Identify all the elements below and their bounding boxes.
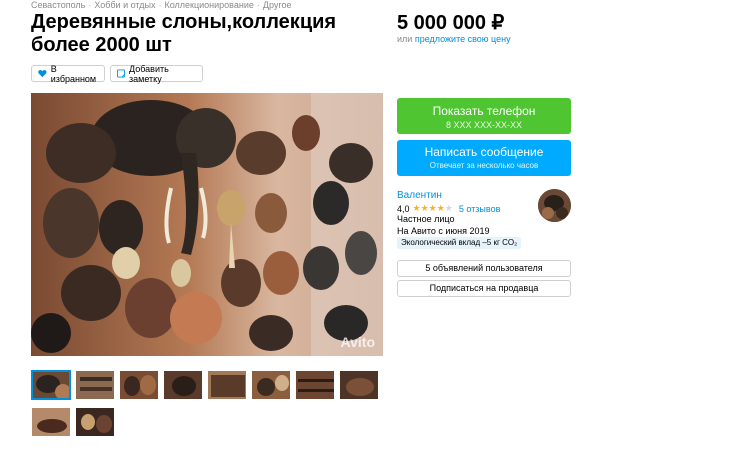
listing-price: 5 000 000 ₽	[397, 12, 505, 34]
thumbnail-image	[252, 371, 290, 399]
avatar-image	[538, 189, 571, 222]
thumbnail[interactable]	[119, 370, 159, 400]
main-photo[interactable]: Avito	[31, 93, 383, 356]
thumbnail[interactable]	[207, 370, 247, 400]
breadcrumb-item-hobby[interactable]: Хобби и отдых	[94, 0, 155, 10]
elephant-collection-photo	[31, 93, 383, 356]
listing-title: Деревянные слоны,коллекция более 2000 шт	[31, 11, 337, 56]
breadcrumb-separator: ·	[256, 0, 260, 10]
thumbnail-image	[340, 371, 378, 399]
add-note-button[interactable]: Добавить заметку	[110, 63, 203, 84]
thumbnail[interactable]	[75, 407, 115, 437]
seller-since: На Авито с июня 2019	[397, 226, 490, 236]
heart-icon	[38, 69, 47, 78]
seller-rating: 4,0 ★★★★★ 5 отзывов	[397, 203, 500, 214]
breadcrumb: Севастополь · Хобби и отдых · Коллекциониров…	[31, 0, 291, 10]
breadcrumb-item-other[interactable]: Другое	[263, 0, 292, 10]
note-label: Добавить заметку	[129, 63, 169, 84]
offer-price-link[interactable]: предложите свою цену	[415, 34, 511, 44]
avito-watermark: Avito	[340, 334, 375, 350]
seller-ads-button[interactable]: 5 объявлений пользователя	[397, 260, 571, 277]
rating-value: 4,0	[397, 203, 410, 214]
favorite-label: В избранном	[50, 63, 97, 84]
note-icon	[117, 69, 126, 78]
price-or-text: или	[397, 34, 413, 44]
thumbnail-image	[76, 408, 114, 436]
thumbnail[interactable]	[295, 370, 335, 400]
breadcrumb-item-collecting[interactable]: Коллекционирование	[164, 0, 253, 10]
thumbnail-image	[296, 371, 334, 399]
thumbnail[interactable]	[251, 370, 291, 400]
thumbnail[interactable]	[31, 370, 71, 400]
breadcrumb-separator: ·	[88, 0, 92, 10]
price-offer-line: или предложите свою цену	[397, 34, 511, 44]
thumbnail-image	[33, 372, 69, 398]
write-message-button[interactable]: Написать сообщение Отвечает за несколько…	[397, 140, 571, 176]
thumbnail[interactable]	[31, 407, 71, 437]
thumbnail-image	[208, 371, 246, 399]
subscribe-seller-button[interactable]: Подписаться на продавца	[397, 280, 571, 297]
rating-stars-icon: ★★★★★	[412, 203, 453, 213]
response-time-text: Отвечает за несколько часов	[429, 161, 539, 170]
thumbnail-image	[120, 371, 158, 399]
eco-contribution-badge[interactable]: Экологический вклад –5 кг CO₂	[397, 237, 522, 249]
favorite-button[interactable]: В избранном	[31, 63, 105, 84]
show-phone-label: Показать телефон	[432, 104, 536, 118]
breadcrumb-separator: ·	[158, 0, 162, 10]
reviews-link[interactable]: 5 отзывов	[459, 204, 501, 214]
thumbnail-image	[164, 371, 202, 399]
breadcrumb-item-city[interactable]: Севастополь	[31, 0, 85, 10]
thumbnail[interactable]	[163, 370, 203, 400]
masked-phone-number: 8 XXX XXX-XX-XX	[445, 120, 523, 130]
thumbnail[interactable]	[339, 370, 379, 400]
show-phone-button[interactable]: Показать телефон 8 XXX XXX-XX-XX	[397, 98, 571, 134]
seller-type: Частное лицо	[397, 214, 455, 224]
thumbnail-image	[76, 371, 114, 399]
write-message-label: Написать сообщение	[424, 145, 544, 159]
seller-avatar[interactable]	[538, 189, 571, 222]
thumbnail[interactable]	[75, 370, 115, 400]
seller-name-link[interactable]: Валентин	[397, 190, 442, 201]
thumbnail-image	[32, 408, 70, 436]
